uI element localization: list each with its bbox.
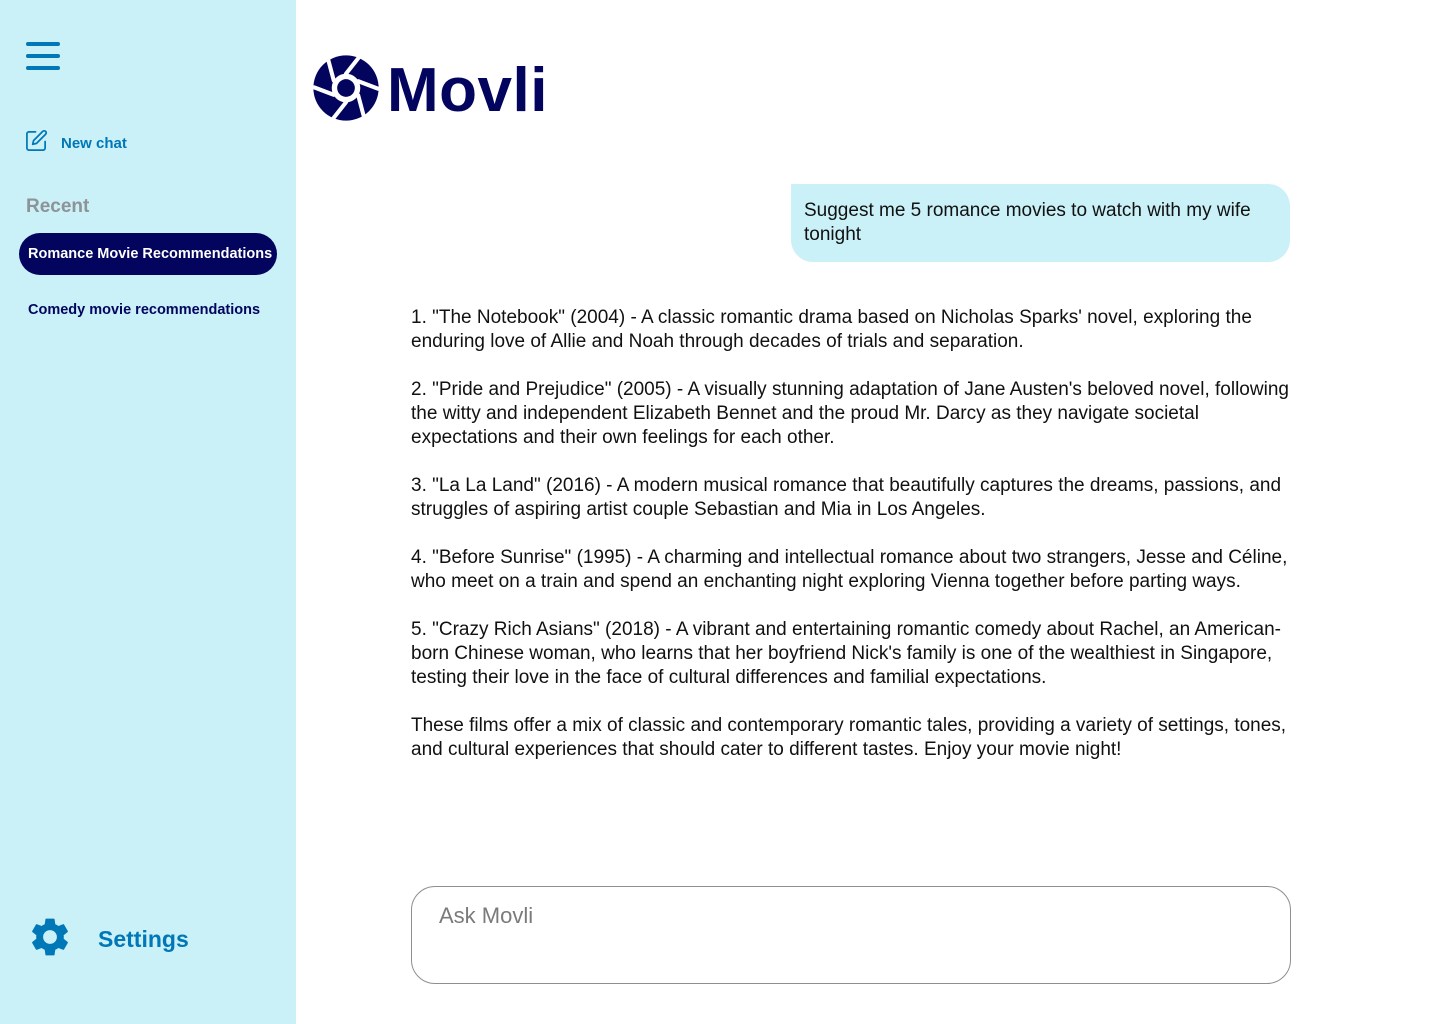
response-paragraph: 1. "The Notebook" (2004) - A classic rom…	[411, 307, 1252, 352]
response-paragraph: 5. "Crazy Rich Asians" (2018) - A vibran…	[411, 619, 1281, 688]
assistant-response: 1. "The Notebook" (2004) - A classic rom…	[411, 306, 1291, 786]
ask-input[interactable]	[439, 901, 1259, 931]
edit-icon	[25, 129, 48, 157]
settings-button[interactable]: Settings	[27, 914, 189, 965]
gear-icon	[27, 914, 73, 965]
recent-heading: Recent	[26, 196, 90, 217]
response-paragraph: 2. "Pride and Prejudice" (2005) - A visu…	[411, 379, 1289, 448]
brand-logo: Movli	[312, 54, 548, 127]
user-message-bubble: Suggest me 5 romance movies to watch wit…	[791, 184, 1290, 262]
sidebar: New chat Recent Romance Movie Recommenda…	[0, 0, 296, 1024]
camera-aperture-icon	[312, 54, 381, 127]
chat-item-romance[interactable]: Romance Movie Recommendations	[19, 233, 277, 275]
response-paragraph: These films offer a mix of classic and c…	[411, 715, 1287, 760]
response-paragraph: 4. "Before Sunrise" (1995) - A charming …	[411, 547, 1288, 592]
new-chat-button[interactable]: New chat	[25, 129, 127, 157]
new-chat-label: New chat	[61, 134, 127, 152]
hamburger-menu-icon[interactable]	[26, 42, 60, 74]
chat-item-comedy[interactable]: Comedy movie recommendations	[19, 289, 277, 331]
app-title: Movli	[387, 55, 548, 125]
ask-input-box[interactable]	[411, 886, 1291, 984]
settings-label: Settings	[98, 926, 189, 952]
response-paragraph: 3. "La La Land" (2016) - A modern musica…	[411, 475, 1282, 520]
